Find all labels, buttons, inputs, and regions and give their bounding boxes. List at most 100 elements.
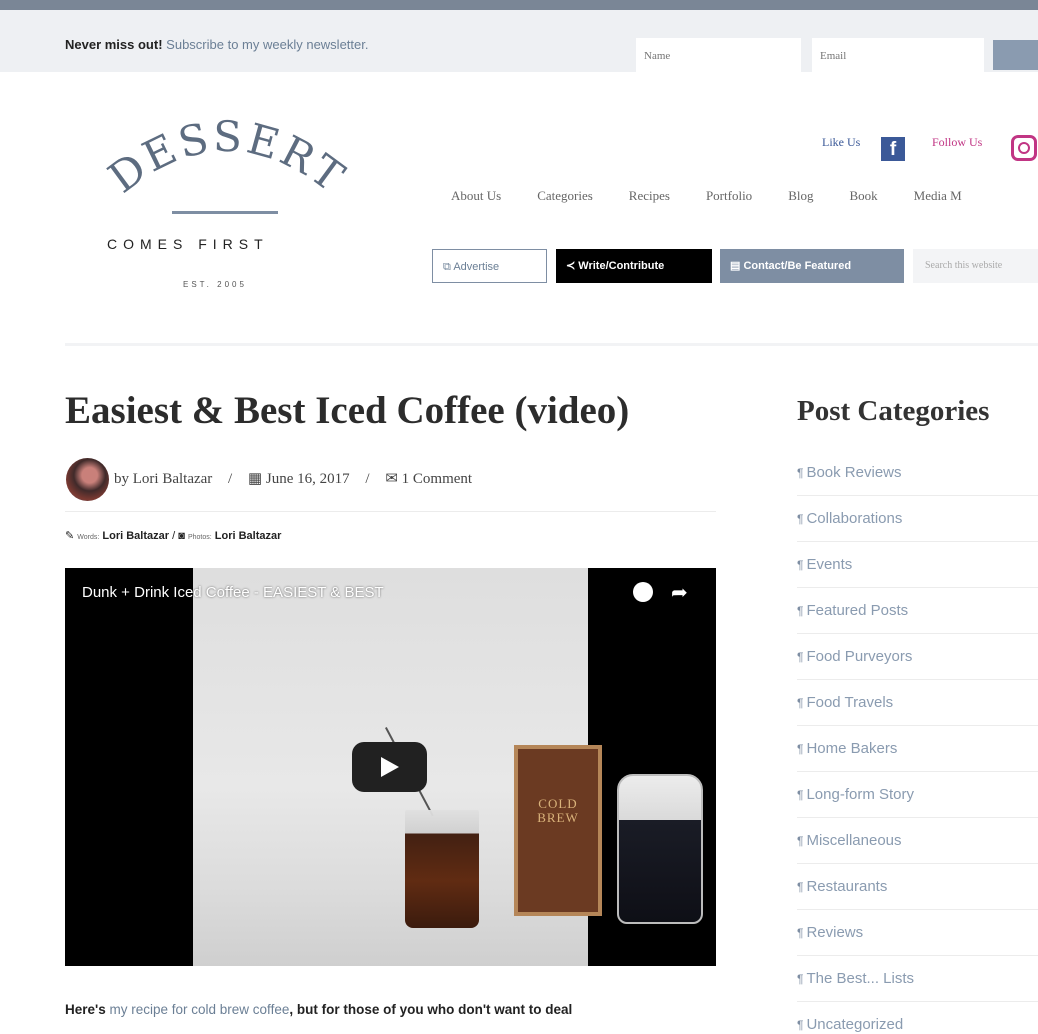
video-jar bbox=[617, 774, 703, 924]
meta-rule bbox=[65, 511, 716, 512]
post-comments[interactable]: 1 Comment bbox=[402, 471, 472, 487]
play-button[interactable] bbox=[352, 742, 427, 792]
photos-author: Lori Baltazar bbox=[214, 530, 282, 542]
category-item[interactable]: ¶ Long-form Story bbox=[797, 772, 1038, 818]
category-item[interactable]: ¶ Featured Posts bbox=[797, 588, 1038, 634]
calendar-icon: ▦ bbox=[247, 471, 263, 487]
category-item[interactable]: ¶ Events bbox=[797, 542, 1038, 588]
watch-later-icon[interactable] bbox=[633, 582, 655, 604]
newsletter-cta: Subscribe to my weekly newsletter. bbox=[166, 37, 369, 52]
nav-item-book[interactable]: Book bbox=[849, 188, 877, 204]
cutlery-icon: ¶ bbox=[797, 880, 804, 894]
words-author: Lori Baltazar bbox=[102, 530, 170, 542]
author-avatar[interactable] bbox=[66, 458, 109, 501]
write-contribute-button[interactable]: ≺ Write/Contribute bbox=[556, 249, 712, 283]
cutlery-icon: ¶ bbox=[797, 650, 804, 664]
category-item[interactable]: ¶ Miscellaneous bbox=[797, 818, 1038, 864]
nav-item-about[interactable]: About Us bbox=[451, 188, 501, 204]
meta-separator: / bbox=[228, 471, 233, 487]
video-package: COLD BREW bbox=[514, 745, 602, 916]
post-credits: ✎ Words: Lori Baltazar / ◙ Photos: Lori … bbox=[65, 529, 281, 542]
site-search-input[interactable]: Search this website bbox=[913, 249, 1038, 283]
category-label: Events bbox=[806, 556, 853, 573]
share-alt-icon: ≺ bbox=[566, 260, 576, 272]
category-item[interactable]: ¶ Restaurants bbox=[797, 864, 1038, 910]
category-label: Miscellaneous bbox=[806, 832, 902, 849]
category-label: Reviews bbox=[806, 924, 864, 941]
cutlery-icon: ¶ bbox=[797, 466, 804, 480]
category-label: Home Bakers bbox=[806, 740, 898, 757]
cutlery-icon: ¶ bbox=[797, 512, 804, 526]
package-label-2: BREW bbox=[537, 810, 579, 825]
category-item[interactable]: ¶ Book Reviews bbox=[797, 450, 1038, 496]
cutlery-icon: ¶ bbox=[797, 926, 804, 940]
camera-icon: ◙ bbox=[178, 530, 185, 542]
cutlery-icon: ¶ bbox=[797, 696, 804, 710]
category-item[interactable]: ¶ Home Bakers bbox=[797, 726, 1038, 772]
logo-arc-word: DESSERT bbox=[99, 112, 355, 203]
nav-item-recipes[interactable]: Recipes bbox=[629, 188, 670, 204]
category-label: Food Purveyors bbox=[806, 648, 913, 665]
follow-us-label[interactable]: Follow Us bbox=[932, 135, 982, 150]
share-icon[interactable]: ➦ bbox=[671, 580, 693, 604]
nav-item-media[interactable]: Media M bbox=[914, 188, 962, 204]
category-item[interactable]: ¶ Uncategorized bbox=[797, 1002, 1038, 1034]
newsletter-bar: Never miss out! Subscribe to my weekly n… bbox=[0, 10, 1038, 74]
category-label: Collaborations bbox=[806, 510, 903, 527]
video-title[interactable]: Dunk + Drink Iced Coffee - EASIEST & BES… bbox=[82, 584, 384, 601]
comments-icon: ✉ bbox=[385, 471, 398, 487]
cutlery-icon: ¶ bbox=[797, 604, 804, 618]
nav-item-portfolio[interactable]: Portfolio bbox=[706, 188, 752, 204]
category-item[interactable]: ¶ Collaborations bbox=[797, 496, 1038, 542]
top-stripe bbox=[0, 0, 1038, 10]
newsletter-name-input[interactable] bbox=[636, 38, 801, 74]
category-item[interactable]: ¶ Food Travels bbox=[797, 680, 1038, 726]
category-item[interactable]: ¶ The Best... Lists bbox=[797, 956, 1038, 1002]
post-date: June 16, 2017 bbox=[265, 471, 350, 487]
cutlery-icon: ¶ bbox=[797, 742, 804, 756]
logo-tagline: COMES FIRST bbox=[107, 236, 269, 252]
category-label: Featured Posts bbox=[806, 602, 909, 619]
cutlery-icon: ¶ bbox=[797, 1018, 804, 1032]
video-player[interactable]: COLD BREW Dunk + Drink Iced Coffee - EAS… bbox=[65, 568, 716, 966]
contact-label: Contact/Be Featured bbox=[743, 260, 852, 272]
post-paragraph: Here's my recipe for cold brew coffee, b… bbox=[65, 997, 716, 1023]
write-label: Write/Contribute bbox=[578, 260, 665, 272]
recipe-link[interactable]: my recipe for cold brew coffee bbox=[110, 1002, 290, 1017]
newsletter-email-input[interactable] bbox=[812, 38, 984, 74]
cutlery-icon: ¶ bbox=[797, 788, 804, 802]
advertise-icon: ⧉ bbox=[443, 261, 451, 273]
contact-button[interactable]: ▤ Contact/Be Featured bbox=[720, 249, 904, 283]
logo-word: DESSERT bbox=[99, 112, 352, 203]
cutlery-icon: ¶ bbox=[797, 834, 804, 848]
newsletter-lead: Never miss out! bbox=[65, 37, 163, 52]
package-label: COLD BREW bbox=[524, 797, 592, 825]
cutlery-icon: ¶ bbox=[797, 972, 804, 986]
cutlery-icon: ¶ bbox=[797, 558, 804, 572]
nav-item-blog[interactable]: Blog bbox=[788, 188, 813, 204]
para-start: Here's bbox=[65, 1002, 110, 1017]
category-item[interactable]: ¶ Food Purveyors bbox=[797, 634, 1038, 680]
instagram-icon[interactable] bbox=[1011, 135, 1037, 161]
main-nav: About Us Categories Recipes Portfolio Bl… bbox=[451, 188, 998, 204]
category-item[interactable]: ¶ Reviews bbox=[797, 910, 1038, 956]
photos-label: Photos: bbox=[187, 534, 212, 541]
id-card-icon: ▤ bbox=[730, 260, 741, 272]
advertise-label: Advertise bbox=[453, 261, 500, 273]
post-author[interactable]: by Lori Baltazar bbox=[114, 471, 212, 487]
facebook-icon[interactable]: f bbox=[881, 137, 905, 161]
newsletter-submit-button[interactable] bbox=[993, 40, 1038, 70]
header-divider bbox=[65, 343, 1038, 346]
category-label: Food Travels bbox=[806, 694, 894, 711]
logo-rule bbox=[172, 211, 278, 214]
category-label: Uncategorized bbox=[806, 1016, 904, 1033]
package-label-1: COLD bbox=[538, 796, 578, 811]
category-label: The Best... Lists bbox=[806, 970, 914, 987]
advertise-button[interactable]: ⧉ Advertise bbox=[432, 249, 547, 283]
nav-item-categories[interactable]: Categories bbox=[537, 188, 593, 204]
meta-separator: / bbox=[365, 471, 370, 487]
svg-text:DESSERT: DESSERT bbox=[99, 112, 355, 203]
words-label: Words: bbox=[77, 534, 100, 541]
post-title: Easiest & Best Iced Coffee (video) bbox=[65, 389, 630, 432]
like-us-label[interactable]: Like Us bbox=[822, 135, 860, 150]
